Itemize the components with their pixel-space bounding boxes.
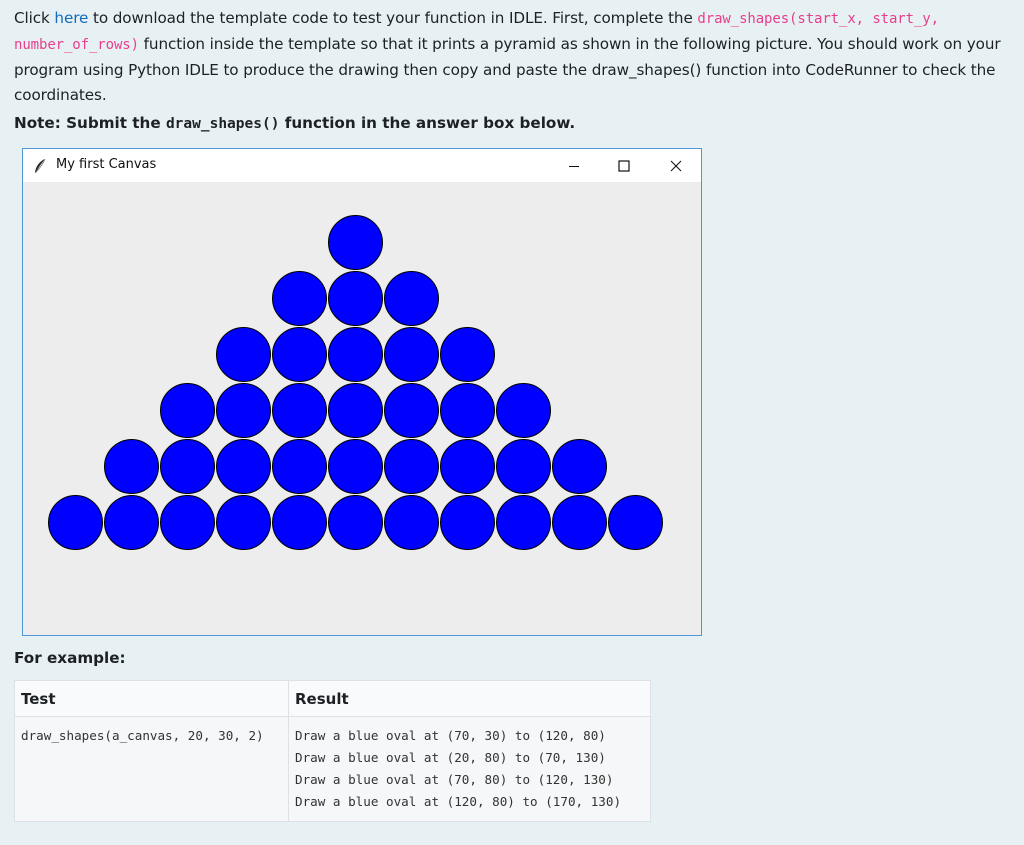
pyramid-circle: [328, 439, 383, 494]
pyramid-circle: [384, 327, 439, 382]
result-line: Draw a blue oval at (120, 80) to (170, 1…: [295, 794, 622, 809]
pyramid-circle: [328, 383, 383, 438]
minimize-button[interactable]: [551, 149, 597, 182]
pyramid-circle: [160, 495, 215, 550]
pyramid-circle: [160, 439, 215, 494]
pyramid-circle: [552, 439, 607, 494]
close-icon: [670, 160, 682, 171]
pyramid-circle: [608, 495, 663, 550]
pyramid-circle: [104, 495, 159, 550]
pyramid-circle: [328, 327, 383, 382]
result-line: Draw a blue oval at (20, 80) to (70, 130…: [295, 750, 606, 765]
pyramid-circle: [216, 383, 271, 438]
note-suffix: function in the answer box below.: [279, 114, 576, 132]
pyramid-circle: [496, 495, 551, 550]
drawing-canvas: [23, 182, 701, 635]
pyramid-circle: [384, 439, 439, 494]
pyramid-circle: [104, 439, 159, 494]
pyramid-circle: [496, 439, 551, 494]
window-titlebar: My first Canvas: [23, 149, 701, 182]
result-line: Draw a blue oval at (70, 80) to (120, 13…: [295, 772, 614, 787]
intro-text-3: function inside the template so that it …: [14, 35, 1001, 104]
pyramid-circle: [160, 383, 215, 438]
pyramid-circle: [328, 495, 383, 550]
maximize-button[interactable]: [601, 149, 647, 182]
canvas-window-screenshot: My first Canvas: [22, 148, 702, 636]
pyramid-circle: [216, 327, 271, 382]
note-prefix: Note: Submit the: [14, 114, 166, 132]
intro-text-2: to download the template code to test yo…: [88, 9, 698, 27]
download-template-link[interactable]: here: [54, 9, 88, 27]
close-button[interactable]: [653, 149, 699, 182]
pyramid-circle: [272, 495, 327, 550]
pyramid-circle: [272, 383, 327, 438]
example-heading: For example:: [14, 649, 126, 667]
pyramid-circle: [48, 495, 103, 550]
pyramid-circle: [552, 495, 607, 550]
pyramid-circle: [440, 383, 495, 438]
pyramid-circle: [272, 439, 327, 494]
table-row: draw_shapes(a_canvas, 20, 30, 2) Draw a …: [14, 716, 651, 822]
test-column-header: Test: [14, 680, 289, 717]
pyramid-circle: [328, 215, 383, 270]
pyramid-circle: [440, 327, 495, 382]
submit-note: Note: Submit the draw_shapes() function …: [14, 114, 575, 132]
minimize-icon: [569, 165, 579, 167]
pyramid-circle: [272, 327, 327, 382]
maximize-icon: [618, 159, 630, 172]
pyramid-circle: [384, 271, 439, 326]
pyramid-circle: [384, 383, 439, 438]
examples-table: Test Result draw_shapes(a_canvas, 20, 30…: [14, 680, 651, 822]
pyramid-circle: [440, 495, 495, 550]
pyramid-circle: [272, 271, 327, 326]
note-function-code: draw_shapes(): [165, 116, 280, 132]
window-title: My first Canvas: [56, 157, 157, 172]
result-line: Draw a blue oval at (70, 30) to (120, 80…: [295, 728, 606, 743]
result-cell: Draw a blue oval at (70, 30) to (120, 80…: [288, 716, 651, 822]
pyramid-circle: [440, 439, 495, 494]
pyramid-circle: [384, 495, 439, 550]
pyramid-circle: [216, 439, 271, 494]
test-code: draw_shapes(a_canvas, 20, 30, 2): [21, 728, 264, 743]
pyramid-circle: [496, 383, 551, 438]
test-cell: draw_shapes(a_canvas, 20, 30, 2): [14, 716, 289, 822]
intro-text-1: Click: [14, 9, 55, 27]
result-column-header: Result: [288, 680, 651, 717]
feather-icon: [33, 158, 47, 178]
pyramid-circle: [328, 271, 383, 326]
instructions-paragraph: Click here to download the template code…: [14, 6, 1014, 108]
pyramid-circle: [216, 495, 271, 550]
